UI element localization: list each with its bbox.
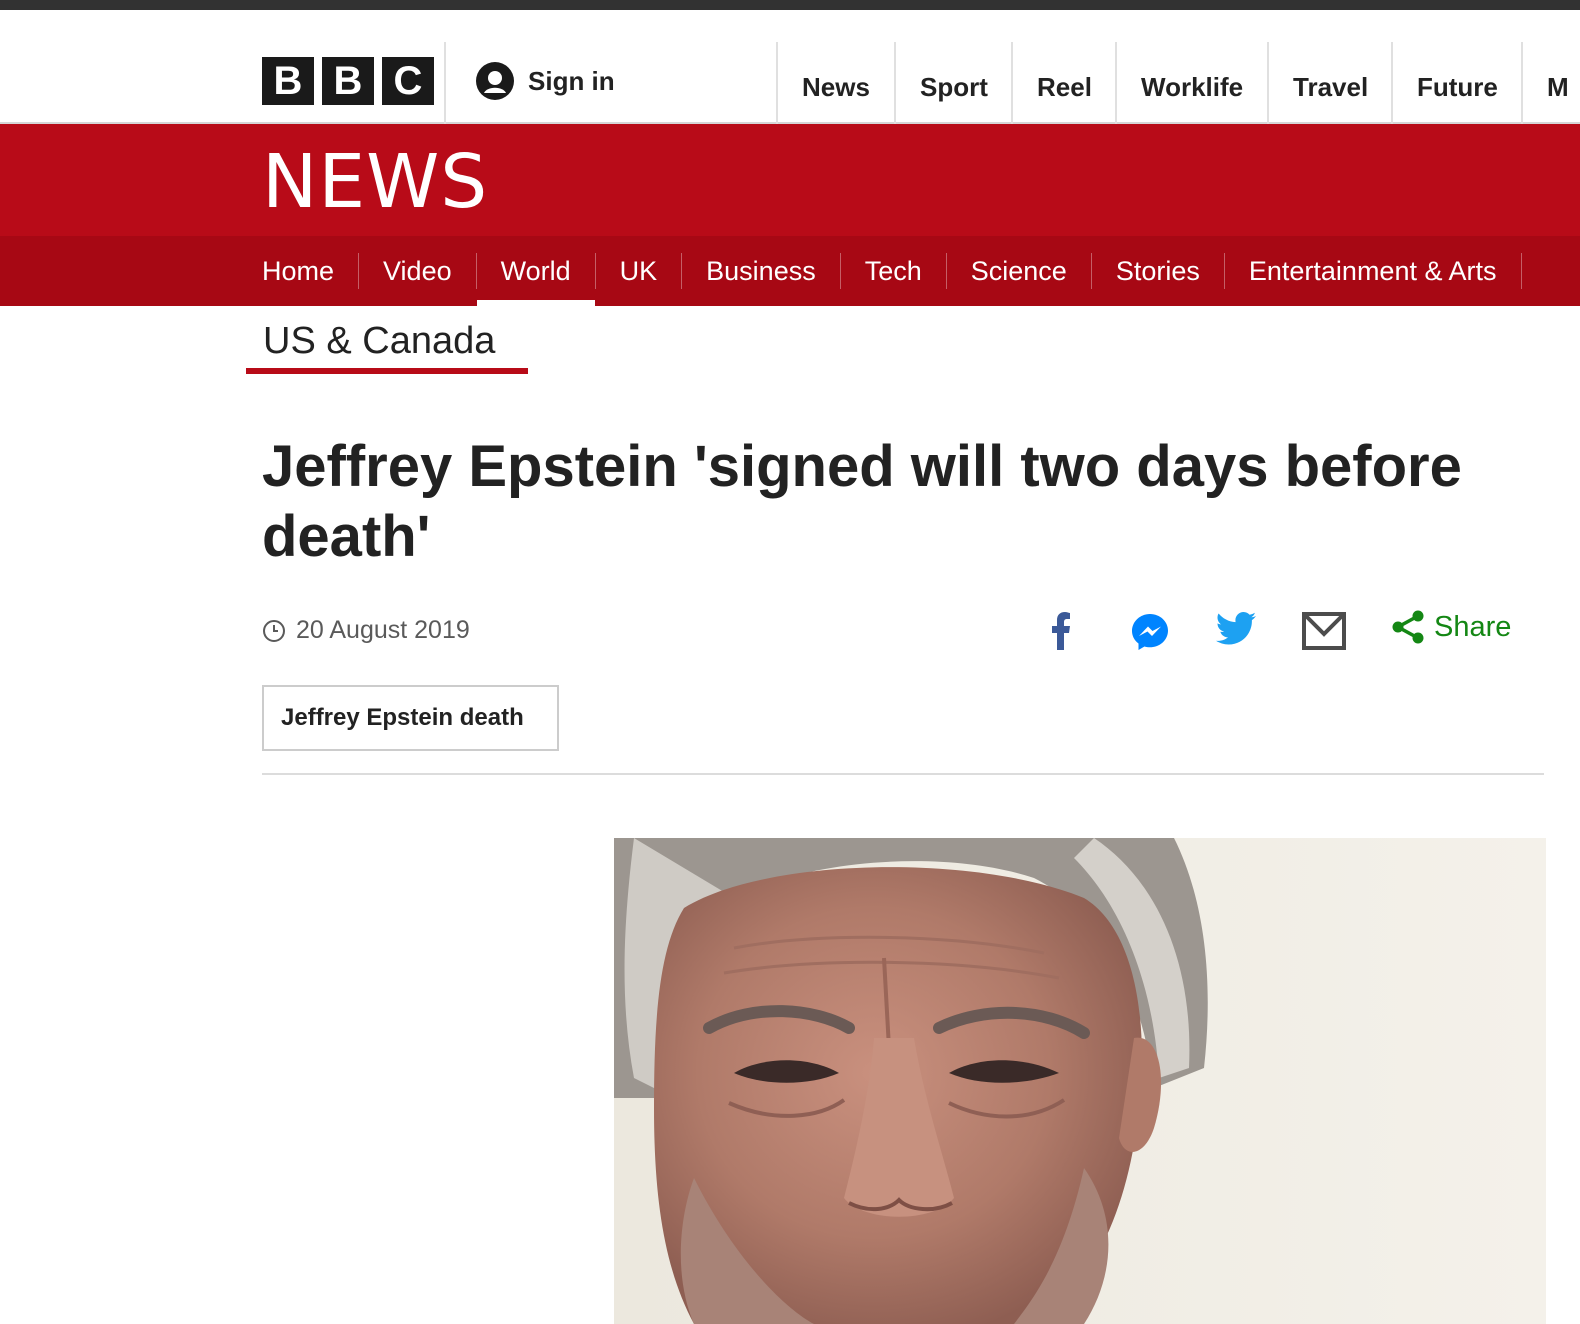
subnav-divider (1520, 253, 1522, 289)
top-nav: News Sport Reel Worklife Travel Future M (776, 42, 1580, 132)
sign-in-link[interactable]: Sign in (476, 62, 615, 100)
subnav-home[interactable]: Home (262, 236, 334, 306)
top-nav-travel[interactable]: Travel (1267, 42, 1391, 132)
top-nav-worklife[interactable]: Worklife (1115, 42, 1267, 132)
facebook-icon[interactable] (1050, 612, 1072, 650)
top-nav-future[interactable]: Future (1391, 42, 1521, 132)
share-label: Share (1434, 610, 1512, 643)
twitter-icon[interactable] (1216, 612, 1256, 646)
subnav-entertainment-arts[interactable]: Entertainment & Arts (1249, 236, 1497, 306)
subnav-divider (475, 253, 477, 289)
article-headline: Jeffrey Epstein 'signed will two days be… (262, 434, 1462, 569)
news-sub-nav: Home Video World UK Business Tech Scienc… (0, 236, 1580, 306)
news-banner: NEWS (0, 124, 1580, 236)
bbc-logo-letter: B (322, 57, 374, 105)
top-nav-sport[interactable]: Sport (894, 42, 1011, 132)
sign-in-label: Sign in (528, 65, 615, 96)
subnav-divider (839, 253, 841, 289)
bbc-logo-letter: B (262, 57, 314, 105)
email-icon[interactable] (1302, 612, 1346, 650)
header-divider (262, 773, 1544, 775)
subnav-divider (1090, 253, 1092, 289)
share-button[interactable]: Share (1392, 610, 1511, 644)
subnav-uk[interactable]: UK (620, 236, 658, 306)
top-nav-news[interactable]: News (776, 42, 894, 132)
user-icon (476, 62, 514, 100)
bbc-logo[interactable]: B B C (262, 57, 434, 105)
bbc-logo-letter: C (382, 57, 434, 105)
subnav-divider (681, 253, 683, 289)
top-nav-reel[interactable]: Reel (1011, 42, 1115, 132)
browser-top-strip (0, 0, 1580, 10)
section-title: US & Canada (263, 320, 496, 362)
bbc-masthead: B B C Sign in News Sport Reel Worklife T… (0, 10, 1580, 132)
news-brand-logo[interactable]: NEWS (262, 138, 488, 226)
subnav-business[interactable]: Business (706, 236, 816, 306)
messenger-icon[interactable] (1130, 612, 1170, 652)
subnav-science[interactable]: Science (971, 236, 1067, 306)
subnav-video[interactable]: Video (383, 236, 452, 306)
section-underline (246, 368, 528, 374)
masthead-divider (444, 42, 446, 132)
topic-tag[interactable]: Jeffrey Epstein death (262, 685, 559, 751)
subnav-divider (945, 253, 947, 289)
share-icon (1392, 610, 1424, 644)
date-text: 20 August 2019 (296, 616, 470, 644)
clock-icon (263, 619, 285, 642)
article-date: 20 August 2019 (262, 616, 470, 645)
lead-photo (614, 838, 1546, 1324)
subnav-stories[interactable]: Stories (1116, 236, 1200, 306)
subnav-tech[interactable]: Tech (865, 236, 922, 306)
portrait-image (614, 838, 1546, 1324)
section-link[interactable]: US & Canada (246, 312, 528, 374)
subnav-divider (1223, 253, 1225, 289)
top-nav-more[interactable]: M (1521, 42, 1580, 132)
subnav-world[interactable]: World (476, 236, 595, 306)
subnav-divider (594, 253, 596, 289)
subnav-divider (358, 253, 360, 289)
